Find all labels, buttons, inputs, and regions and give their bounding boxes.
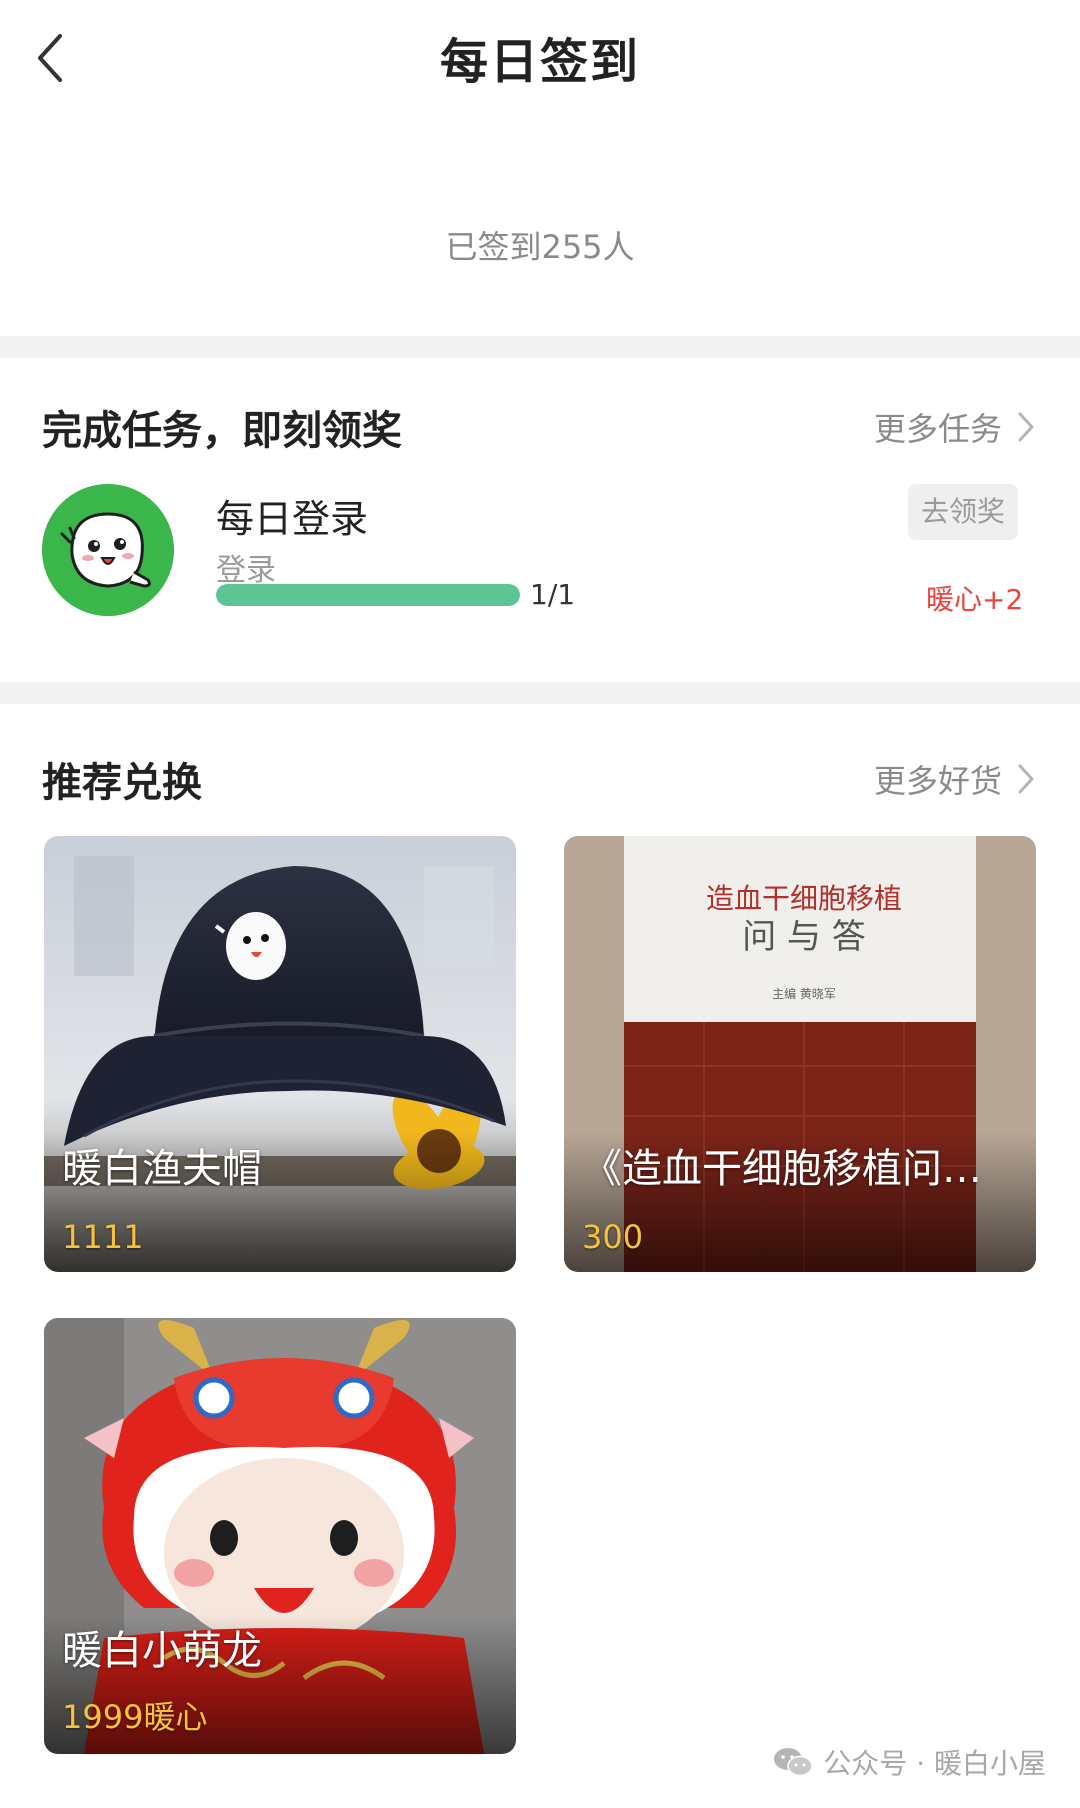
product-price: 300	[582, 1218, 644, 1256]
signin-count: 已签到255人	[445, 228, 635, 266]
book-cover-title-line1: 造血干细胞移植	[706, 882, 902, 915]
product-name: 《造血干细胞移植问与答》	[582, 1146, 1018, 1192]
product-name: 暖白渔夫帽	[62, 1146, 262, 1192]
product-card-hat[interactable]: 暖白渔夫帽 1111	[44, 836, 516, 1272]
task-progress-fill	[216, 584, 520, 606]
task-progress-bar	[216, 584, 520, 606]
task-reward: 暖心+2	[926, 583, 1024, 616]
more-goods-link[interactable]: 更多好货	[874, 756, 1036, 802]
product-price: 1111	[62, 1218, 144, 1256]
task-name: 每日登录	[216, 497, 369, 541]
section-divider	[0, 336, 1080, 358]
watermark-text: 公众号 · 暖白小屋	[823, 1747, 1046, 1780]
task-subtitle: 登录	[216, 553, 276, 588]
chevron-right-icon	[1018, 412, 1034, 442]
task-progress-text: 1/1	[530, 578, 576, 611]
wechat-icon	[774, 1748, 814, 1777]
header-bar: 每日签到	[0, 0, 1080, 120]
chevron-right-icon	[1018, 764, 1034, 794]
mascot-icon	[42, 484, 174, 616]
page-title: 每日签到	[439, 34, 640, 90]
section-divider	[0, 682, 1080, 704]
product-name: 暖白小萌龙	[62, 1628, 262, 1674]
product-card-dragon[interactable]: 暖白小萌龙 1999暖心	[44, 1318, 516, 1754]
product-price: 1999暖心	[62, 1698, 208, 1736]
more-tasks-label: 更多任务	[873, 410, 1002, 448]
exchange-section-title: 推荐兑换	[42, 760, 202, 806]
book-cover-title-line2: 问 与 答	[742, 917, 866, 957]
tasks-section-title: 完成任务，即刻领奖	[42, 408, 402, 454]
task-avatar	[42, 484, 174, 616]
claim-reward-button[interactable]: 去领奖	[908, 484, 1018, 540]
product-card-book[interactable]: 造血干细胞移植 问 与 答 主编 黄晓军 《造血干细胞移植问与答》 300	[564, 836, 1036, 1272]
more-tasks-link[interactable]: 更多任务	[874, 404, 1036, 450]
watermark: 公众号 · 暖白小屋	[773, 1742, 1046, 1782]
more-goods-label: 更多好货	[873, 762, 1002, 800]
book-cover-editor: 主编 黄晓军	[772, 986, 836, 1001]
